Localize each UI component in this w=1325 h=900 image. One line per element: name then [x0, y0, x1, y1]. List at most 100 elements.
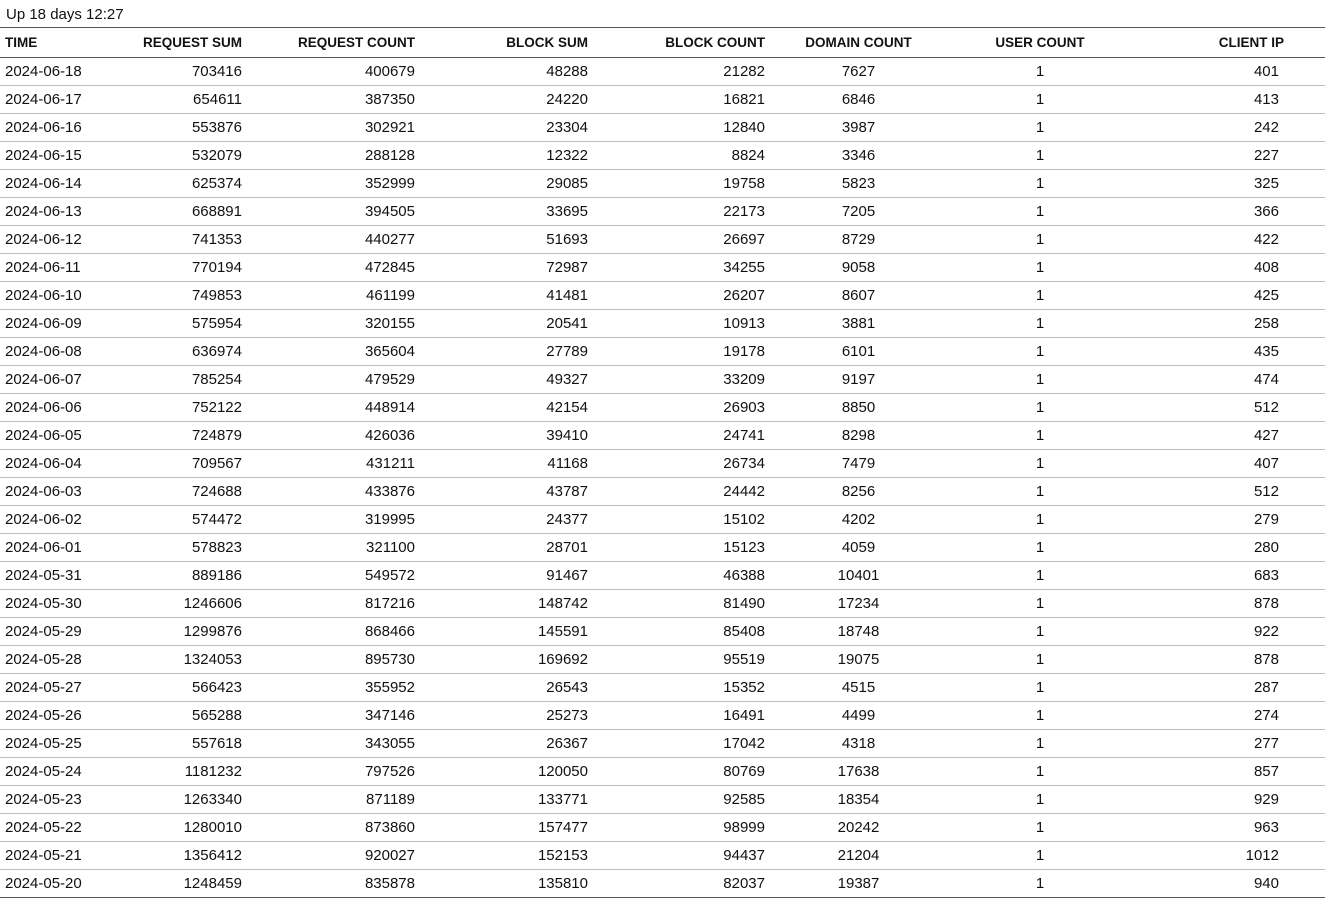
cell-block-sum: 133771: [421, 785, 594, 814]
cell-user-count: 1: [946, 533, 1134, 562]
cell-request-sum: 1280010: [114, 813, 246, 842]
cell-time: 2024-06-15: [0, 141, 114, 170]
cell-request-count: 835878: [246, 869, 421, 898]
cell-user-count: 1: [946, 393, 1134, 422]
cell-time: 2024-05-24: [0, 757, 114, 786]
column-header-request-sum: REQUEST SUM: [114, 27, 246, 58]
table-row: 2024-06-12 741353 440277 51693 26697 8729 1 422: [0, 225, 1325, 254]
cell-request-sum: 625374: [114, 169, 246, 198]
cell-request-count: 387350: [246, 85, 421, 114]
cell-request-count: 868466: [246, 617, 421, 646]
cell-domain-count: 4059: [771, 533, 946, 562]
cell-block-count: 94437: [594, 841, 771, 870]
cell-request-count: 320155: [246, 309, 421, 338]
cell-user-count: 1: [946, 701, 1134, 730]
cell-block-count: 80769: [594, 757, 771, 786]
cell-block-sum: 145591: [421, 617, 594, 646]
cell-client-ip: 280: [1134, 533, 1325, 562]
cell-request-sum: 566423: [114, 673, 246, 702]
uptime-status: Up 18 days 12:27: [6, 6, 124, 23]
cell-block-count: 16491: [594, 701, 771, 730]
cell-block-sum: 12322: [421, 141, 594, 170]
cell-client-ip: 512: [1134, 393, 1325, 422]
cell-request-sum: 578823: [114, 533, 246, 562]
cell-block-count: 16821: [594, 85, 771, 114]
table-row: 2024-06-13 668891 394505 33695 22173 7205 1 366: [0, 197, 1325, 226]
cell-block-sum: 148742: [421, 589, 594, 618]
cell-block-sum: 29085: [421, 169, 594, 198]
cell-client-ip: 325: [1134, 169, 1325, 198]
column-header-time: TIME: [0, 27, 114, 58]
cell-request-sum: 770194: [114, 253, 246, 282]
cell-request-count: 431211: [246, 449, 421, 478]
table-row: 2024-06-08 636974 365604 27789 19178 6101 1 435: [0, 337, 1325, 366]
cell-client-ip: 878: [1134, 589, 1325, 618]
cell-time: 2024-05-31: [0, 561, 114, 590]
cell-time: 2024-06-07: [0, 365, 114, 394]
cell-request-count: 347146: [246, 701, 421, 730]
cell-request-count: 479529: [246, 365, 421, 394]
cell-client-ip: 277: [1134, 729, 1325, 758]
cell-client-ip: 474: [1134, 365, 1325, 394]
cell-request-sum: 1248459: [114, 869, 246, 898]
cell-domain-count: 5823: [771, 169, 946, 198]
cell-client-ip: 857: [1134, 757, 1325, 786]
cell-time: 2024-06-10: [0, 281, 114, 310]
cell-request-sum: 636974: [114, 337, 246, 366]
cell-block-count: 24442: [594, 477, 771, 506]
cell-request-sum: 532079: [114, 141, 246, 170]
cell-request-sum: 1181232: [114, 757, 246, 786]
cell-client-ip: 512: [1134, 477, 1325, 506]
cell-request-count: 448914: [246, 393, 421, 422]
table-row: 2024-05-29 1299876 868466 145591 85408 18748 1…: [0, 617, 1325, 646]
cell-domain-count: 17234: [771, 589, 946, 618]
cell-time: 2024-05-23: [0, 785, 114, 814]
cell-user-count: 1: [946, 421, 1134, 450]
cell-user-count: 1: [946, 617, 1134, 646]
cell-domain-count: 4515: [771, 673, 946, 702]
cell-domain-count: 9197: [771, 365, 946, 394]
header-row: TIME REQUEST SUM REQUEST COUNT BLOCK SUM BLO…: [0, 27, 1325, 58]
table-row: 2024-06-06 752122 448914 42154 26903 8850 1 512: [0, 393, 1325, 422]
cell-block-sum: 25273: [421, 701, 594, 730]
cell-block-count: 85408: [594, 617, 771, 646]
cell-time: 2024-05-30: [0, 589, 114, 618]
cell-request-count: 352999: [246, 169, 421, 198]
cell-client-ip: 258: [1134, 309, 1325, 338]
cell-block-count: 12840: [594, 113, 771, 142]
cell-request-sum: 889186: [114, 561, 246, 590]
cell-user-count: 1: [946, 337, 1134, 366]
cell-request-count: 400679: [246, 57, 421, 86]
cell-client-ip: 425: [1134, 281, 1325, 310]
cell-request-sum: 1246606: [114, 589, 246, 618]
cell-block-sum: 120050: [421, 757, 594, 786]
cell-domain-count: 4202: [771, 505, 946, 534]
table-row: 2024-06-11 770194 472845 72987 34255 9058 1 408: [0, 253, 1325, 282]
cell-user-count: 1: [946, 449, 1134, 478]
cell-domain-count: 7627: [771, 57, 946, 86]
cell-request-count: 319995: [246, 505, 421, 534]
cell-block-count: 95519: [594, 645, 771, 674]
cell-domain-count: 8850: [771, 393, 946, 422]
cell-time: 2024-05-20: [0, 869, 114, 898]
cell-client-ip: 878: [1134, 645, 1325, 674]
table-row: 2024-06-15 532079 288128 12322 8824 3346 1 227: [0, 141, 1325, 170]
cell-request-count: 871189: [246, 785, 421, 814]
cell-time: 2024-06-02: [0, 505, 114, 534]
cell-request-sum: 575954: [114, 309, 246, 338]
cell-client-ip: 408: [1134, 253, 1325, 282]
cell-request-count: 920027: [246, 841, 421, 870]
cell-time: 2024-06-06: [0, 393, 114, 422]
table-row: 2024-05-27 566423 355952 26543 15352 4515 1 287: [0, 673, 1325, 702]
table-row: 2024-06-05 724879 426036 39410 24741 8298 1 427: [0, 421, 1325, 450]
cell-block-sum: 42154: [421, 393, 594, 422]
cell-client-ip: 366: [1134, 197, 1325, 226]
cell-time: 2024-05-27: [0, 673, 114, 702]
table-row: 2024-05-24 1181232 797526 120050 80769 17638 1…: [0, 757, 1325, 786]
cell-client-ip: 287: [1134, 673, 1325, 702]
cell-user-count: 1: [946, 253, 1134, 282]
cell-domain-count: 3987: [771, 113, 946, 142]
cell-client-ip: 413: [1134, 85, 1325, 114]
cell-block-sum: 152153: [421, 841, 594, 870]
cell-client-ip: 427: [1134, 421, 1325, 450]
